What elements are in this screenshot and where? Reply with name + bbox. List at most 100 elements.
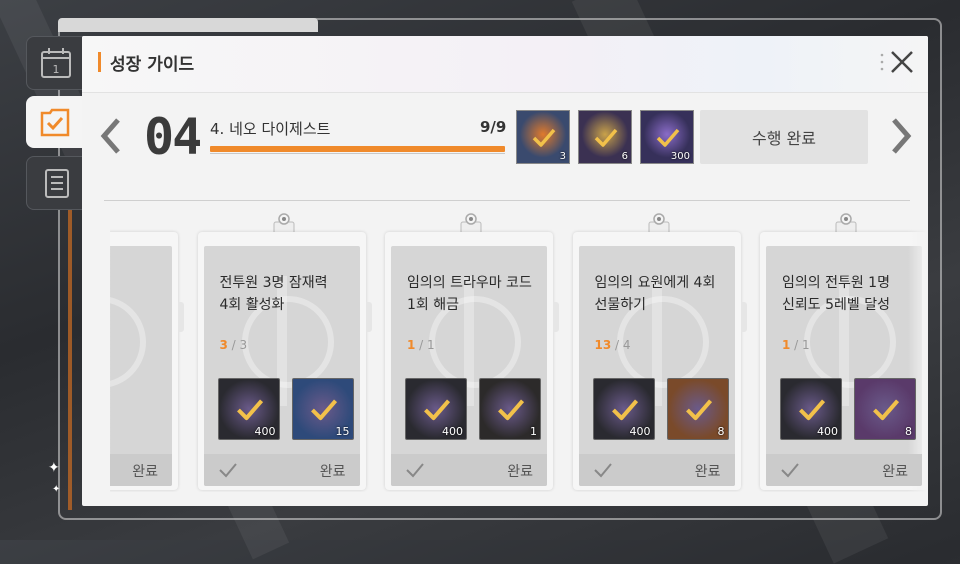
stage-progress-track — [210, 153, 505, 154]
mission-progress: 1 / 1 — [782, 338, 810, 352]
mission-reward-item[interactable]: 400 — [780, 378, 842, 440]
check-icon — [406, 463, 424, 478]
mission-progress-separator: / — [415, 338, 428, 352]
reward-quantity: 3 — [559, 151, 566, 162]
mission-progress-current: 13 — [594, 338, 612, 352]
mission-progress-total: 1 — [427, 338, 435, 352]
close-icon[interactable] — [888, 48, 916, 76]
mission-complete-bar[interactable]: 완료 — [766, 454, 922, 486]
mission-reward-item[interactable]: 400 — [592, 378, 655, 440]
item-quantity: 400 — [817, 425, 838, 438]
item-quantity: 15 — [335, 425, 350, 438]
mission-complete-bar[interactable]: 완료 — [391, 454, 547, 486]
mission-progress-total: 3 — [239, 338, 248, 352]
mission-complete-bar[interactable]: 완료 — [110, 454, 172, 486]
mission-complete-bar[interactable]: 완료 — [203, 454, 360, 486]
mission-progress: 13 / 4 — [595, 338, 631, 352]
check-icon — [309, 395, 339, 425]
mission-progress: 1 / 1 — [407, 338, 435, 352]
mission-reward-item[interactable]: 15 — [291, 378, 354, 440]
mission-reward-item[interactable]: 1 — [479, 378, 541, 440]
scroll-fade-left — [82, 206, 112, 496]
mission-progress-current: 3 — [219, 338, 228, 352]
sidebar-tab-calendar[interactable]: 1 — [26, 36, 86, 90]
window-frame-tab — [58, 18, 318, 32]
mission-card-body: 임의의 트라우마 코드 1회 해금 1 / 1 400 1 완료 — [385, 232, 559, 490]
mission-complete-label: 완료 — [507, 464, 533, 480]
check-icon — [797, 395, 827, 425]
mission-title: 임의의 요원에게 4회 선물하기 — [594, 275, 716, 313]
mission-card-inner: 임의의 전투원 1명 신뢰도 5레벨 달성 1 / 1 400 8 완료 — [766, 246, 922, 486]
mission-card[interactable]: 전 - 3회30완료 — [110, 212, 184, 490]
mission-complete-label: 완료 — [694, 464, 721, 480]
mission-card-body: 전 - 3회30완료 — [110, 232, 184, 490]
sparkle-icon: ✦ — [52, 484, 61, 495]
mission-card-body: 임의의 전투원 1명 신뢰도 5레벨 달성 1 / 1 400 8 완료 — [760, 232, 928, 490]
mission-progress-separator: / — [790, 338, 803, 352]
scroll-fade-right — [908, 206, 928, 496]
stage-progress-bar — [210, 146, 505, 152]
mission-card[interactable]: 임의의 요원에게 4회 선물하기 13 / 4 400 8 완료 — [572, 212, 747, 490]
item-quantity: 400 — [254, 425, 276, 438]
stage-count: 9/9 — [480, 118, 507, 136]
panel-header: 성장 가이드 — [82, 36, 928, 93]
item-quantity: 1 — [530, 425, 537, 438]
stage-reward-item[interactable]: 6 — [578, 110, 632, 164]
mission-reward-item[interactable]: 8 — [666, 378, 729, 440]
card-notch — [740, 302, 747, 332]
item-quantity: 8 — [905, 425, 912, 438]
reward-quantity: 6 — [621, 151, 628, 162]
mission-complete-bar[interactable]: 완료 — [578, 454, 735, 486]
check-icon — [593, 463, 612, 478]
mission-card-body: 전투원 3명 잠재력 4회 활성화 3 / 3 400 15 완료 — [197, 232, 372, 490]
sidebar-tab-guide[interactable] — [26, 96, 84, 148]
check-icon — [531, 125, 557, 151]
mission-progress-total: 1 — [802, 338, 810, 352]
stage-complete-button[interactable]: 수행 완료 — [700, 110, 868, 164]
page-title: 성장 가이드 — [110, 55, 195, 75]
calendar-icon: 1 — [41, 48, 71, 78]
mission-progress-separator: / — [227, 338, 240, 352]
mission-progress-total: 4 — [622, 338, 631, 352]
stage-title: 4. 네오 다이제스트 — [210, 120, 331, 138]
stage-number: 04 — [144, 108, 202, 166]
notebook-icon — [45, 169, 69, 198]
sparkle-icon: ✦ — [48, 460, 60, 476]
mission-title: 임의의 전투원 1명 신뢰도 5레벨 달성 — [782, 275, 890, 313]
stage-reward-item[interactable]: 3 — [516, 110, 570, 164]
title-accent-bar — [98, 52, 101, 72]
mission-reward-item[interactable]: 400 — [405, 378, 467, 440]
mission-card[interactable]: 임의의 전투원 1명 신뢰도 5레벨 달성 1 / 1 400 8 완료 — [760, 212, 928, 490]
mission-reward-item[interactable]: 8 — [854, 378, 916, 440]
mission-title: 전 - 3회 — [110, 272, 126, 316]
mission-card[interactable]: 전투원 3명 잠재력 4회 활성화 3 / 3 400 15 완료 — [197, 212, 372, 490]
mission-reward-item[interactable]: 400 — [217, 378, 280, 440]
check-icon — [655, 125, 681, 151]
mission-progress: 3 / 3 — [220, 338, 248, 352]
check-icon — [684, 395, 714, 425]
sidebar-tab-notes[interactable] — [26, 156, 86, 210]
stage-reward-item[interactable]: 300 — [640, 110, 694, 164]
check-icon — [235, 395, 265, 425]
mission-complete-label: 완료 — [882, 464, 908, 480]
card-notch — [178, 302, 184, 332]
more-options-icon[interactable] — [880, 52, 884, 72]
mission-title: 임의의 트라우마 코드 1회 해금 — [407, 275, 532, 313]
mission-card[interactable]: 임의의 트라우마 코드 1회 해금 1 / 1 400 1 완료 — [385, 212, 559, 490]
next-stage-arrow-icon[interactable] — [886, 116, 916, 156]
mission-card-list: 전 - 3회30완료 전투원 3명 잠재력 4회 활성화 3 / 3 400 15 완료… — [110, 202, 928, 492]
svg-text:1: 1 — [53, 63, 60, 76]
mission-complete-label: 완료 — [132, 464, 158, 480]
item-quantity: 400 — [629, 425, 651, 438]
item-quantity: 400 — [442, 425, 463, 438]
mission-card-body: 임의의 요원에게 4회 선물하기 13 / 4 400 8 완료 — [572, 232, 747, 490]
mission-progress-separator: / — [611, 338, 623, 352]
card-notch — [553, 302, 559, 332]
mission-title: 전투원 3명 잠재력 4회 활성화 — [219, 275, 328, 313]
stage-banner: 04 4. 네오 다이제스트 9/9 3 6 300 수행 완료 — [100, 108, 886, 166]
check-icon — [422, 395, 452, 425]
card-notch — [365, 302, 372, 332]
check-icon — [593, 125, 619, 151]
check-icon — [610, 395, 640, 425]
check-icon — [781, 463, 799, 478]
